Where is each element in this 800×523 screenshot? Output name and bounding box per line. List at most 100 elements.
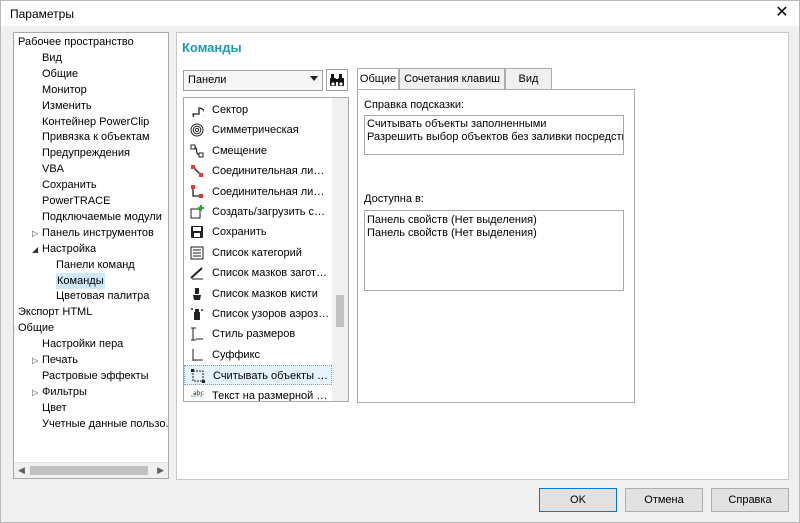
tree-item[interactable]: Панели команд xyxy=(56,257,135,273)
command-label: Список узоров аэрозо... xyxy=(212,308,330,320)
command-item[interactable]: Стиль размеров xyxy=(184,324,332,344)
tree-item-label: Рабочее пространство xyxy=(18,36,134,48)
treat-filled-icon xyxy=(191,369,205,384)
tree-item[interactable]: Настройки пера xyxy=(42,336,123,352)
tree-item[interactable]: Цвет xyxy=(42,400,67,416)
command-item[interactable]: Соединительная линия xyxy=(184,161,332,181)
command-label: Список категорий xyxy=(212,246,302,259)
tree-item-label: Настройки пера xyxy=(42,338,124,351)
spiral-icon xyxy=(190,123,204,137)
command-item[interactable]: Считывать объекты за... xyxy=(184,365,332,386)
command-item[interactable]: Суффикс xyxy=(184,345,332,365)
collapse-icon[interactable]: ◢ xyxy=(32,242,42,258)
command-list-scrollbar[interactable] xyxy=(332,98,348,401)
command-label: Создать/загрузить сли... xyxy=(212,206,330,218)
tree-item-label: Печать xyxy=(42,354,79,366)
scroll-right-icon[interactable]: ▶ xyxy=(157,465,164,476)
dialog-title: Параметры xyxy=(10,7,74,21)
tree-item[interactable]: Подключаемые модули xyxy=(42,209,162,225)
tree-item[interactable]: Цветовая палитра xyxy=(56,288,149,304)
tree-item[interactable]: ◢Рабочее пространство xyxy=(14,34,134,50)
tree-item-label: Предупреждения xyxy=(42,147,130,160)
svg-text:abc: abc xyxy=(193,390,204,397)
tree-item-label: Фильтры xyxy=(42,385,87,398)
tree-item[interactable]: Команды xyxy=(56,272,105,289)
command-label: Список мазков кисти xyxy=(212,287,318,300)
find-binoculars-button[interactable] xyxy=(326,69,348,91)
tree-item[interactable]: Экспорт HTML xyxy=(18,304,92,320)
create-merge-icon xyxy=(190,205,204,219)
available-in-label: Доступна в: xyxy=(364,193,424,205)
tree-item[interactable]: ◢ Настройка xyxy=(32,241,96,257)
tree-item[interactable]: Растровые эффекты xyxy=(42,368,149,384)
tree-item[interactable]: Контейнер PowerClip xyxy=(42,114,149,130)
tree-item-label: Команды xyxy=(57,274,104,287)
command-item[interactable]: Список мазков заготов... xyxy=(184,263,332,283)
tree-item-label: PowerTRACE xyxy=(42,195,111,207)
command-item[interactable]: Сектор xyxy=(184,100,332,120)
tree-item-label: Растровые эффекты xyxy=(42,369,149,382)
command-item[interactable]: Соединительная лини... xyxy=(184,182,332,202)
tree-item[interactable]: Общие xyxy=(42,66,78,82)
offset-icon xyxy=(190,144,204,158)
command-label: Симметрическая xyxy=(212,124,299,137)
expand-icon[interactable]: ▷ xyxy=(32,226,42,242)
scroll-left-icon[interactable]: ◀ xyxy=(18,465,25,476)
cancel-button[interactable]: Отмена xyxy=(625,488,703,512)
tree-item-label: Вид xyxy=(42,51,62,64)
tab-appearance[interactable]: Вид xyxy=(505,68,552,90)
help-button[interactable]: Справка xyxy=(711,488,789,512)
tree-item[interactable]: Учетные данные пользо... xyxy=(42,416,168,432)
page-title: Команды xyxy=(182,40,242,55)
commands-panel: Команды Панели Сектор Симметрическая Смеще… xyxy=(176,32,789,480)
tab-shortcut-keys[interactable]: Сочетания клавиш xyxy=(399,68,505,90)
tree-item[interactable]: ▷ Печать xyxy=(32,352,78,368)
command-group-dropdown[interactable]: Панели xyxy=(183,70,323,91)
command-item[interactable]: Симметрическая xyxy=(184,120,332,140)
tree-horizontal-scrollbar[interactable]: ◀ ▶ xyxy=(14,462,168,478)
tree-item[interactable]: Предупреждения xyxy=(42,145,130,161)
tooltip-help-field[interactable]: Считывать объекты заполненными Разрешить… xyxy=(364,115,624,155)
preset-stroke-icon xyxy=(190,267,203,280)
tree-item[interactable]: ◢Общие xyxy=(14,320,54,336)
save-icon xyxy=(191,226,203,239)
scroll-thumb[interactable] xyxy=(336,295,344,327)
scroll-thumb[interactable] xyxy=(30,466,148,475)
command-label: Соединительная линия xyxy=(212,165,330,178)
tree-item-label: Общие xyxy=(42,67,79,80)
tree-item-label: Настройка xyxy=(42,242,97,255)
tree-item[interactable]: Изменить xyxy=(42,98,92,114)
command-item[interactable]: abc Текст на размерной ли... xyxy=(184,386,332,401)
tree-item[interactable]: ▷ Фильтры xyxy=(32,384,87,400)
tree-item-label: Цветовая палитра xyxy=(56,290,150,303)
tree-item[interactable]: PowerTRACE xyxy=(42,193,110,209)
tree-item[interactable]: Вид xyxy=(42,50,62,66)
ok-button[interactable]: OK xyxy=(539,488,617,512)
category-list-icon xyxy=(190,246,204,260)
binoculars-icon xyxy=(330,74,344,86)
command-item[interactable]: Создать/загрузить сли... xyxy=(184,202,332,222)
dropdown-value: Панели xyxy=(188,74,227,86)
command-item[interactable]: Сохранить xyxy=(184,222,332,242)
tree-item[interactable]: Сохранить xyxy=(42,177,97,193)
chevron-down-icon xyxy=(310,76,318,81)
tree-item[interactable]: Привязка к объектам xyxy=(42,129,150,145)
command-item[interactable]: Список узоров аэрозо... xyxy=(184,304,332,324)
command-item[interactable]: Смещение xyxy=(184,141,332,161)
command-label: Список мазков заготов... xyxy=(212,267,330,280)
command-item[interactable]: Список мазков кисти xyxy=(184,284,332,304)
expand-icon[interactable]: ▷ xyxy=(32,353,42,369)
tab-general[interactable]: Общие xyxy=(357,68,399,91)
category-tree: ◢Рабочее пространствоВидОбщиеМониторИзме… xyxy=(13,32,169,479)
command-label: Соединительная лини... xyxy=(212,185,330,198)
tree-item-label: Привязка к объектам xyxy=(42,131,150,144)
expand-icon[interactable]: ▷ xyxy=(32,385,42,401)
tree-item-label: Монитор xyxy=(42,83,87,96)
close-icon[interactable]: ✕ xyxy=(771,3,793,23)
tree-item[interactable]: ▷ Панель инструментов xyxy=(32,225,154,241)
tree-item[interactable]: Монитор xyxy=(42,82,87,98)
command-item[interactable]: Список категорий xyxy=(184,243,332,263)
tree-item[interactable]: VBA xyxy=(42,161,64,177)
available-in-list[interactable]: Панель свойств (Нет выделения) Панель св… xyxy=(364,210,624,291)
tree-item-label: Экспорт HTML xyxy=(18,306,93,319)
